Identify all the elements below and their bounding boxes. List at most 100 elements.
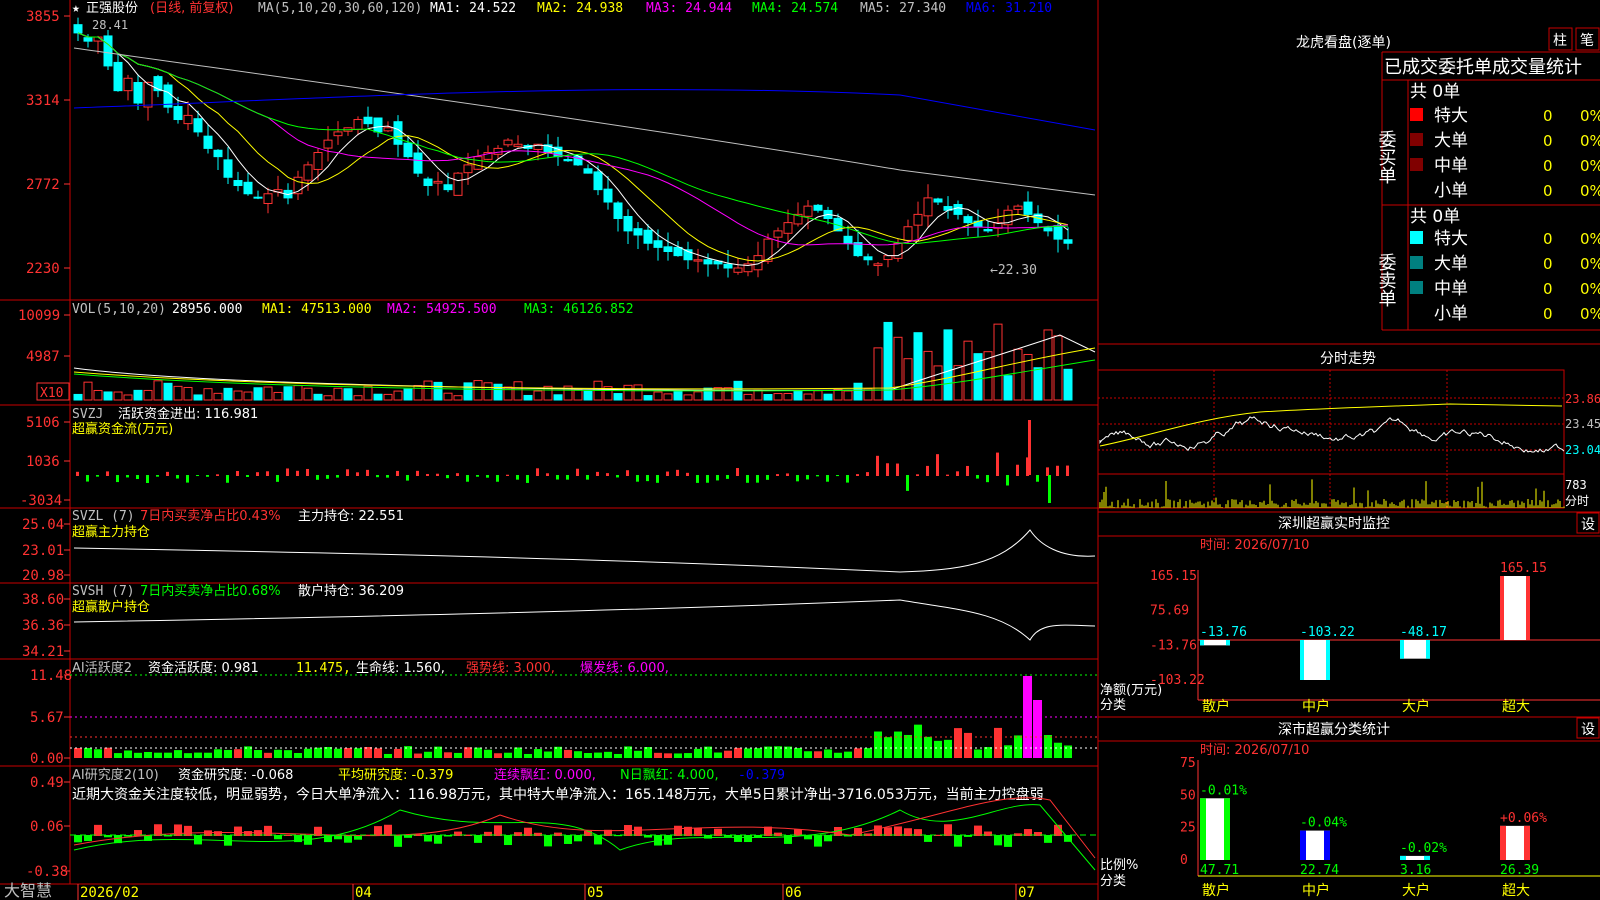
ai2-l2: 11.475, bbox=[296, 661, 351, 676]
ai2-bar bbox=[694, 748, 702, 758]
svzj-sub: 超赢资金流(万元) bbox=[72, 421, 173, 437]
volume-bar bbox=[1043, 329, 1053, 401]
ai2-bar bbox=[634, 750, 642, 758]
svzj-bar bbox=[376, 475, 379, 478]
kline-candle-body bbox=[1043, 227, 1053, 232]
ma1-value: MA1: 24.522 bbox=[430, 1, 516, 16]
svzj-bar bbox=[786, 473, 789, 476]
svsh-y-tick: 38.60 bbox=[22, 592, 64, 608]
air-l1: 资金研究度: -0.068 bbox=[178, 767, 293, 783]
svzj-bar bbox=[366, 469, 369, 476]
svzj-bar bbox=[116, 475, 119, 483]
volume-bar bbox=[373, 393, 383, 401]
ai2-bar bbox=[254, 749, 262, 758]
ai2-l1: 资金活跃度: 0.981 bbox=[148, 660, 259, 676]
ma2-line bbox=[77, 32, 1069, 262]
ai2-bar bbox=[574, 751, 582, 758]
ma3-value: MA3: 24.944 bbox=[646, 1, 732, 16]
volume-bar bbox=[463, 382, 473, 401]
air-line bbox=[73, 797, 1096, 859]
kline-candle-body bbox=[473, 156, 483, 170]
svzj-bar bbox=[156, 475, 159, 477]
stats-category: 中户 bbox=[1302, 882, 1330, 899]
svzl-y-tick: 23.01 bbox=[22, 543, 64, 559]
air-y-tick: -0.38 bbox=[26, 864, 68, 880]
svzj-bar bbox=[756, 475, 759, 483]
svzj-bar bbox=[186, 475, 189, 483]
ai2-y-tick: 0.00 bbox=[30, 751, 64, 767]
ai2-bar bbox=[594, 752, 602, 758]
air-bar bbox=[264, 825, 272, 836]
air-bar bbox=[944, 824, 952, 836]
ai2-bar bbox=[984, 747, 992, 758]
x-tick: 07 bbox=[1018, 885, 1035, 900]
ai2-bar bbox=[1014, 735, 1022, 758]
monitor-time: 时间: 2026/07/10 bbox=[1200, 538, 1309, 553]
svzl-hint: 7日内买卖净占比0.43% bbox=[140, 508, 281, 524]
volume-bar bbox=[493, 383, 503, 401]
ai2-bar bbox=[514, 747, 522, 758]
ai2-bar bbox=[934, 740, 942, 758]
svzj-bars bbox=[76, 420, 1069, 503]
svzj-bar bbox=[676, 469, 679, 476]
ai2-bar bbox=[104, 747, 112, 758]
volume-bar bbox=[783, 392, 793, 401]
volume-bar bbox=[363, 385, 373, 401]
ma5-value: MA5: 27.340 bbox=[860, 1, 946, 16]
stats-category: 超大 bbox=[1502, 883, 1530, 899]
svzj-bar bbox=[1028, 420, 1031, 475]
air-l4: N日飘红: 4.000, bbox=[620, 767, 719, 783]
volume-bar bbox=[423, 380, 433, 401]
ai2-bar bbox=[844, 751, 852, 758]
order-row-pct: 0% bbox=[1580, 182, 1600, 200]
sell-total: 共 0单 bbox=[1410, 207, 1460, 227]
volume-bar bbox=[243, 391, 253, 401]
intraday-y-low: 23.04 bbox=[1565, 443, 1600, 457]
monitor-y-tick: 165.15 bbox=[1150, 569, 1197, 584]
ai2-bar bbox=[364, 747, 372, 758]
ai2-bar bbox=[344, 747, 352, 758]
svzj-bar bbox=[486, 475, 489, 478]
svzj-bar bbox=[1036, 475, 1039, 482]
order-row-pct: 0% bbox=[1580, 230, 1600, 248]
svzj-bar bbox=[576, 468, 579, 476]
ai2-bar bbox=[614, 753, 622, 758]
stats-bar-edge bbox=[1500, 825, 1506, 860]
buy-total: 共 0单 bbox=[1410, 82, 1460, 102]
volume-bar bbox=[253, 387, 263, 401]
air-bar bbox=[1044, 835, 1052, 843]
kline-candle-body bbox=[323, 139, 333, 149]
svzj-bar bbox=[306, 468, 309, 476]
ai2-bar bbox=[134, 752, 142, 758]
air-bar bbox=[74, 835, 82, 843]
low-note: ←22.30 bbox=[990, 263, 1037, 278]
volume-bar bbox=[773, 393, 783, 401]
svzj-bar bbox=[896, 463, 899, 476]
ai2-bar bbox=[84, 748, 92, 758]
intraday-vol-max: 783 bbox=[1565, 478, 1587, 492]
kline-candle-body bbox=[183, 114, 193, 125]
volume-bar bbox=[1063, 368, 1073, 401]
svzj-bar bbox=[336, 475, 339, 478]
svzj-bar bbox=[986, 475, 989, 483]
volume-bar bbox=[133, 389, 143, 401]
monitor-y-tick: 75.69 bbox=[1150, 604, 1189, 619]
air-bar bbox=[744, 835, 752, 843]
volume-bar bbox=[813, 390, 823, 401]
ai2-bar bbox=[834, 752, 842, 758]
kline-candle-body bbox=[873, 263, 883, 267]
volume-bar bbox=[553, 394, 563, 401]
buy-order-label: 委买单 bbox=[1376, 130, 1397, 184]
kline-candle-body bbox=[1053, 225, 1063, 240]
order-color-swatch bbox=[1410, 133, 1423, 146]
kline-candle-body bbox=[843, 235, 853, 244]
kline-candle-body bbox=[433, 180, 443, 184]
air-bar bbox=[344, 835, 352, 843]
volume-bar bbox=[83, 381, 93, 401]
y-axis-ticks: 3855 3314 2772 2230 10099 4987 5106 1036… bbox=[18, 9, 72, 880]
order-row-label: 中单 bbox=[1434, 279, 1468, 299]
monitor-category: 中户 bbox=[1302, 698, 1330, 715]
ai2-bar bbox=[294, 753, 302, 758]
svzj-bar bbox=[806, 475, 809, 480]
kline-candle-body bbox=[423, 178, 433, 187]
